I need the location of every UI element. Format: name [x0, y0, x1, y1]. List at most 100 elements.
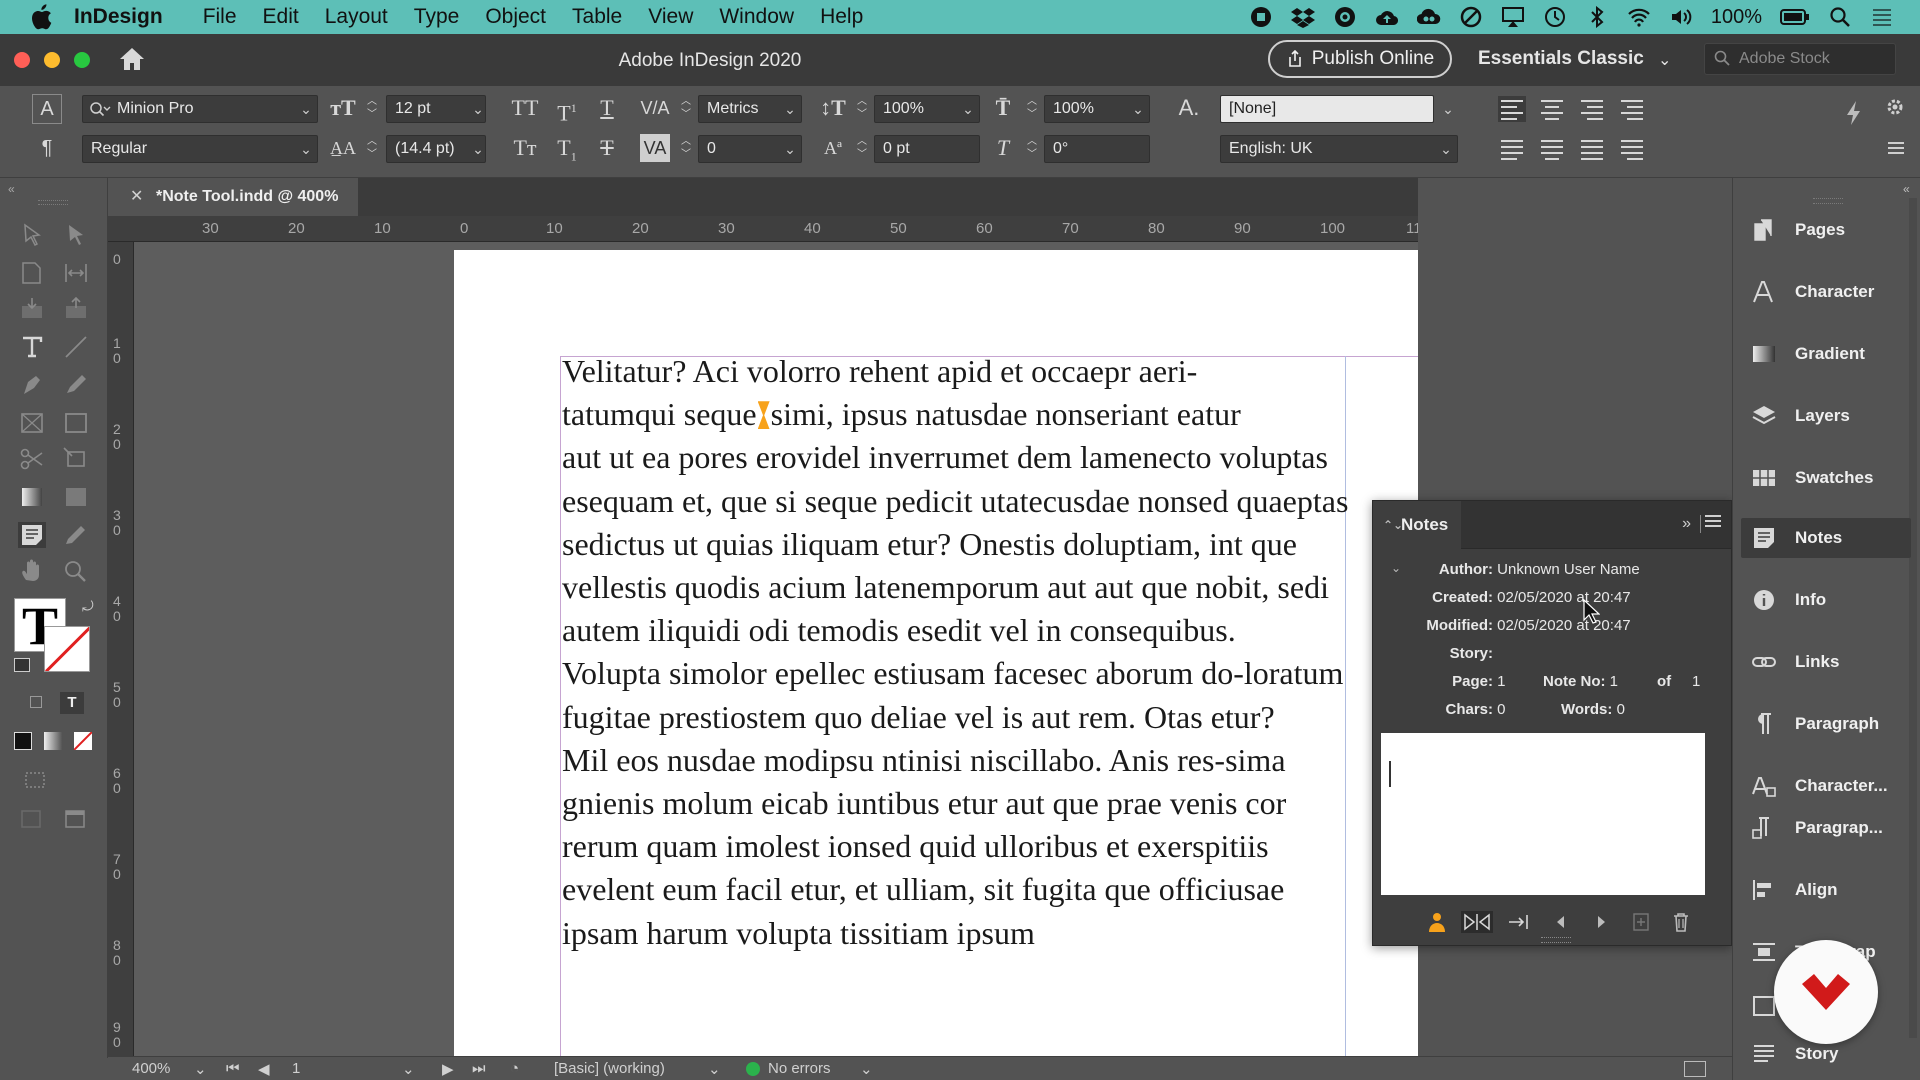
align-right-icon[interactable] — [1578, 96, 1606, 122]
menu-layout[interactable]: Layout — [325, 5, 388, 29]
strikethrough-icon[interactable]: T — [592, 134, 622, 162]
note-anchor-icon[interactable] — [757, 401, 770, 430]
chevron-down-icon[interactable]: ⌄ — [1658, 50, 1671, 70]
menu-edit[interactable]: Edit — [263, 5, 299, 29]
gap-tool-icon[interactable] — [62, 260, 90, 286]
adobe-stock-search-input[interactable]: Adobe Stock — [1704, 43, 1896, 75]
chevron-down-icon[interactable]: ⌄ — [778, 135, 802, 163]
character-style-field[interactable]: [None] — [1220, 95, 1434, 123]
chevron-down-icon[interactable]: ⌄ — [294, 95, 318, 123]
superscript-icon[interactable]: T1 — [552, 94, 582, 125]
menu-view[interactable]: View — [648, 5, 693, 29]
default-fill-stroke-icon[interactable] — [14, 658, 30, 672]
language-field[interactable]: English: UK — [1220, 135, 1458, 163]
panel-expand-icon[interactable]: ⌃⌄ — [1383, 501, 1403, 549]
baseline-shift-stepper[interactable]: ︿ ﹀ — [856, 135, 868, 163]
align-center-icon[interactable] — [1538, 96, 1566, 122]
tools-grip[interactable] — [38, 200, 68, 205]
justify-left-icon[interactable] — [1498, 136, 1526, 162]
align-away-from-spine-icon[interactable] — [1618, 136, 1646, 162]
justify-center-icon[interactable] — [1538, 136, 1566, 162]
dropbox-icon[interactable] — [1290, 6, 1315, 28]
menu-type[interactable]: Type — [414, 5, 460, 29]
previous-page-icon[interactable]: ◀ — [258, 1060, 270, 1078]
workspace-switcher[interactable]: Essentials Classic — [1478, 48, 1644, 70]
chevron-down-icon[interactable]: ⌄ — [402, 1060, 415, 1078]
font-family-field[interactable]: Minion Pro — [82, 95, 318, 123]
last-page-icon[interactable]: ⏭ — [472, 1060, 486, 1077]
wifi-icon[interactable] — [1627, 6, 1651, 28]
body-paragraph-3[interactable]: Mil eos nusdae modipsu ntinisi niscillab… — [562, 739, 1352, 955]
notes-panel-header[interactable]: ⌃⌄ Notes » — [1373, 501, 1731, 549]
record-icon[interactable] — [1249, 6, 1273, 28]
zoom-level[interactable]: 400% — [132, 1060, 170, 1077]
menu-window[interactable]: Window — [719, 5, 794, 29]
chevron-down-icon[interactable]: ⌄ — [466, 135, 490, 163]
dock-item-paragraph[interactable]: Paragraph — [1741, 704, 1911, 744]
chevron-down-icon[interactable]: ⌄ — [860, 1060, 873, 1078]
normal-view-icon[interactable] — [18, 806, 46, 832]
font-size-stepper[interactable]: ︿ ﹀ — [366, 95, 378, 123]
publish-online-button[interactable]: Publish Online — [1268, 40, 1452, 78]
formatting-text-icon[interactable]: T — [60, 692, 84, 714]
panel-menu-icon[interactable] — [1888, 142, 1904, 154]
paragraph-formatting-mode-icon[interactable]: ¶ — [32, 134, 62, 162]
chevron-down-icon[interactable]: ⌄ — [1434, 135, 1458, 163]
pen-tool-icon[interactable] — [18, 372, 46, 398]
vertical-ruler[interactable]: 0 1 0 2 0 3 0 4 0 5 0 6 0 7 0 8 0 9 0 — [108, 242, 134, 1056]
content-collector-icon[interactable] — [18, 296, 46, 322]
collapse-panel-icon[interactable]: « — [1903, 182, 1910, 196]
preflight-profile[interactable]: [Basic] (working) — [554, 1060, 665, 1077]
go-to-note-anchor-icon[interactable] — [1461, 911, 1493, 933]
dock-item-notes[interactable]: Notes — [1741, 518, 1911, 558]
formatting-container-icon[interactable] — [30, 696, 42, 708]
next-note-icon[interactable] — [1589, 911, 1613, 933]
page-number-field[interactable]: 1 — [292, 1060, 300, 1077]
align-left-icon[interactable] — [1498, 96, 1526, 122]
sync-icon[interactable] — [1333, 6, 1357, 28]
next-page-icon[interactable]: ▶ — [442, 1060, 454, 1078]
document-tab[interactable]: ✕ *Note Tool.indd @ 400% — [108, 178, 358, 216]
brand-logo[interactable] — [1774, 940, 1878, 1044]
spotlight-search-icon[interactable] — [1828, 6, 1852, 28]
body-paragraph-1[interactable]: Velitatur? Aci volorro rehent apid et oc… — [562, 350, 1352, 652]
gradient-feather-tool-icon[interactable] — [62, 484, 90, 510]
note-tool-icon[interactable] — [18, 522, 46, 548]
volume-icon[interactable] — [1669, 6, 1693, 28]
apply-color-icon[interactable] — [14, 732, 32, 750]
disclosure-triangle-icon[interactable]: ⌄ — [1391, 561, 1401, 575]
airplay-icon[interactable] — [1501, 6, 1525, 28]
screen-mode-icon[interactable] — [22, 768, 50, 794]
content-placer-icon[interactable] — [62, 296, 90, 322]
gear-icon[interactable] — [1886, 98, 1904, 116]
zoom-tool-icon[interactable] — [62, 558, 90, 584]
collapse-panel-icon[interactable]: « — [8, 182, 15, 196]
eyedropper-tool-icon[interactable] — [62, 522, 90, 548]
character-formatting-mode-icon[interactable]: A — [32, 94, 62, 124]
leading-stepper[interactable]: ︿ ﹀ — [366, 135, 378, 163]
note-author-icon[interactable] — [1425, 911, 1449, 933]
dock-item-align[interactable]: Align — [1741, 870, 1911, 910]
menu-table[interactable]: Table — [572, 5, 622, 29]
creative-cloud-icon[interactable] — [1416, 6, 1441, 28]
menu-help[interactable]: Help — [820, 5, 863, 29]
dock-item-layers[interactable]: Layers — [1741, 396, 1911, 436]
preflight-errors[interactable]: No errors — [768, 1060, 831, 1077]
all-caps-icon[interactable]: TT — [510, 94, 540, 122]
selection-tool-icon[interactable] — [18, 222, 46, 248]
line-tool-icon[interactable] — [62, 334, 90, 360]
chevron-down-icon[interactable]: ⌄ — [194, 1060, 207, 1078]
first-page-icon[interactable]: ⏮ — [226, 1060, 240, 1077]
tracking-stepper[interactable]: ︿ ﹀ — [680, 135, 692, 163]
new-note-icon[interactable] — [1629, 911, 1653, 933]
skew-stepper[interactable]: ︿ ﹀ — [1026, 135, 1038, 163]
page-tool-icon[interactable] — [18, 260, 46, 286]
cloud-upload-icon[interactable] — [1375, 6, 1399, 28]
menu-object[interactable]: Object — [485, 5, 546, 29]
close-icon[interactable]: ✕ — [130, 178, 143, 216]
no-entry-icon[interactable] — [1459, 6, 1483, 28]
horizontal-ruler[interactable]: 30 20 10 0 10 20 30 40 50 60 70 80 90 10… — [108, 216, 1418, 242]
apple-icon[interactable] — [30, 4, 52, 30]
direct-selection-tool-icon[interactable] — [62, 222, 90, 248]
chevron-down-icon[interactable]: ⌄ — [294, 135, 318, 163]
